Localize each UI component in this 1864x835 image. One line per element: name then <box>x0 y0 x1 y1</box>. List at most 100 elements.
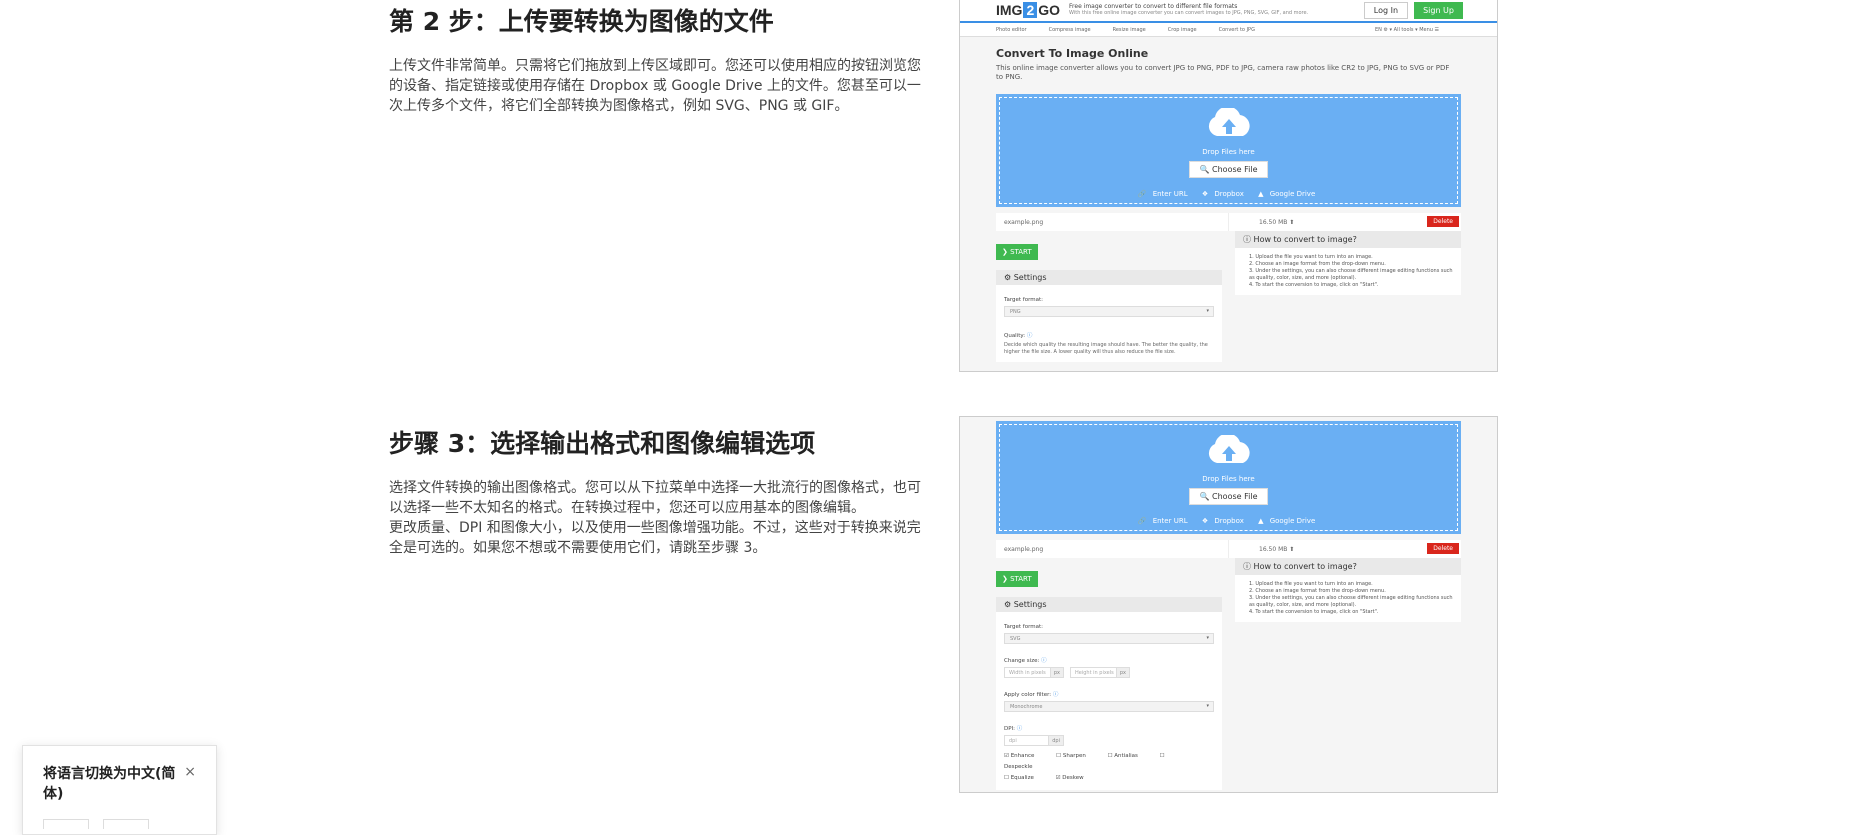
target-format-select: PNG <box>1004 306 1214 317</box>
height-input: Height in pixels px <box>1070 667 1130 678</box>
choose-file-label: Choose File <box>1212 165 1258 174</box>
choose-file-button: 🔍 Choose File <box>1188 488 1269 505</box>
choose-file-button: 🔍 Choose File <box>1188 161 1269 178</box>
info-icon: ⓘ <box>1041 658 1047 664</box>
converter-title: Convert To Image Online <box>996 47 1149 60</box>
file-size: 16.50 MB ⬆ <box>1228 540 1294 558</box>
dpi-input: dpi dpi <box>1004 735 1064 746</box>
cloud-upload-icon <box>1208 435 1250 463</box>
info-icon: ⓘ <box>1026 333 1033 339</box>
how-step: 4. To start the conversion to image, cli… <box>1249 609 1379 615</box>
color-filter-select: Monochrome <box>1004 701 1214 712</box>
how-step: 3. Under the settings, you can also choo… <box>1249 268 1453 281</box>
logo-text-b: 2 <box>1023 2 1038 18</box>
checkbox-label: Sharpen <box>1062 753 1086 759</box>
step-2-title: 第 2 步：上传要转换为图像的文件 <box>389 7 774 36</box>
site-header: IMG 2 GO Free image converter to convert t… <box>960 0 1497 23</box>
dpi-placeholder: dpi <box>1009 738 1017 744</box>
px-unit: px <box>1115 668 1129 677</box>
file-size: 16.50 MB ⬆ <box>1228 213 1294 231</box>
language-switch-message[interactable]: 将语言切换为中文(简体) <box>43 764 183 804</box>
enter-url-label: Enter URL <box>1152 190 1188 198</box>
step-2-paragraph: 上传文件非常简单。只需将它们拖放到上传区域即可。您还可以使用相应的按钮浏览您的设… <box>389 58 921 114</box>
site-subnav: Photo editor Compress image Resize image… <box>960 23 1497 37</box>
width-placeholder: Width in pixels <box>1009 670 1046 676</box>
enter-url-link: 🔗 Enter URL <box>1137 190 1188 198</box>
checkbox-label: Equalize <box>1010 775 1034 781</box>
file-row: example.png 16.50 MB ⬆ Delete <box>996 213 1461 231</box>
checkbox-label: Enhance <box>1010 753 1035 759</box>
checkbox-label: Despeckle <box>1004 764 1033 770</box>
how-to-title: How to convert to image? <box>1253 562 1357 571</box>
nav-resize-image: Resize image <box>1112 26 1146 33</box>
logo-text-a: IMG <box>996 2 1023 18</box>
checkbox-antialias: ☐ Antialias <box>1107 753 1138 759</box>
nav-crop-image: Crop image <box>1167 26 1197 33</box>
toast-button-partial[interactable] <box>103 819 149 829</box>
step-2-section: 第 2 步：上传要转换为图像的文件 上传文件非常简单。只需将它们拖放到上传区域即… <box>389 6 929 116</box>
height-placeholder: Height in pixels <box>1075 670 1114 676</box>
quality-label-text: Quality: <box>1004 333 1026 339</box>
delete-button: Delete <box>1427 216 1459 227</box>
google-drive-link: ▲ Google Drive <box>1258 517 1316 525</box>
nav-photo-editor: Photo editor <box>996 26 1027 33</box>
start-label: START <box>1010 248 1032 256</box>
start-button: ❯ START <box>996 571 1038 587</box>
close-icon[interactable]: × <box>184 764 196 780</box>
drop-files-text: Drop Files here <box>1202 475 1255 483</box>
checkbox-label: Deskew <box>1062 775 1084 781</box>
converter-description: This online image converter allows you t… <box>996 64 1450 81</box>
file-size-value: 16.50 MB <box>1259 218 1288 226</box>
file-name: example.png <box>1004 545 1044 553</box>
how-step: 2. Choose an image format from the drop-… <box>1249 588 1386 594</box>
how-step: 1. Upload the file you want to turn into… <box>1249 254 1373 260</box>
settings-label: Settings <box>1013 273 1047 282</box>
site-tagline: Free image converter to convert to diffe… <box>1069 3 1308 17</box>
drop-zone: Drop Files here 🔍 Choose File 🔗 Enter UR… <box>996 421 1461 534</box>
logo-text-c: GO <box>1038 2 1061 18</box>
dropbox-label: Dropbox <box>1214 190 1244 198</box>
dpi-label: DPI: ⓘ <box>1004 724 1214 732</box>
enhance-checkboxes: ☑ Enhance ☐ Sharpen ☐ Antialias ☐ Despec… <box>1004 751 1214 784</box>
file-row: example.png 16.50 MB ⬆ Delete <box>996 540 1461 558</box>
how-step: 4. To start the conversion to image, cli… <box>1249 282 1379 288</box>
enter-url-link: 🔗 Enter URL <box>1137 517 1188 525</box>
how-to-panel: ⓘ How to convert to image? 1. Upload the… <box>1235 558 1461 622</box>
drop-files-text: Drop Files here <box>1202 148 1255 156</box>
px-unit: px <box>1049 668 1063 677</box>
dropbox-link: ❖ Dropbox <box>1201 517 1244 525</box>
settings-panel: ⚙ Settings Target format: SVG Change siz… <box>996 597 1222 790</box>
upload-screenshot: IMG 2 GO Free image converter to convert t… <box>959 0 1498 372</box>
file-name: example.png <box>1004 218 1044 226</box>
checkbox-deskew: ☑ Deskew <box>1055 775 1084 781</box>
choose-file-label: Choose File <box>1212 492 1258 501</box>
change-size-label: Change size: ⓘ <box>1004 656 1214 664</box>
how-step: 2. Choose an image format from the drop-… <box>1249 261 1386 267</box>
tagline-text: Free image converter to convert to diffe… <box>1069 3 1238 10</box>
delete-button: Delete <box>1427 543 1459 554</box>
step-3-paragraph-2: 更改质量、DPI 和图像大小，以及使用一些图像增强功能。不过，这些对于转换来说完… <box>389 520 921 556</box>
step-3-paragraph-1: 选择文件转换的输出图像格式。您可以从下拉菜单中选择一大批流行的图像格式，也可以选… <box>389 480 921 516</box>
enter-url-label: Enter URL <box>1152 517 1188 525</box>
dpi-unit: dpi <box>1048 736 1063 745</box>
settings-label: Settings <box>1013 600 1047 609</box>
upload-sources: 🔗 Enter URL ❖ Dropbox ▲ Google Drive <box>1000 517 1457 525</box>
color-filter-label-text: Apply color filter: <box>1004 692 1052 698</box>
target-format-label: Target format: <box>1004 297 1043 303</box>
start-button: ❯ START <box>996 244 1038 260</box>
start-label: START <box>1010 575 1032 583</box>
signup-button: Sign Up <box>1414 2 1463 19</box>
tagline-small-text: With this free online image converter yo… <box>1069 10 1309 16</box>
nav-compress-image: Compress image <box>1048 26 1091 33</box>
target-format-select: SVG <box>1004 633 1214 644</box>
google-drive-label: Google Drive <box>1269 517 1316 525</box>
how-to-panel: ⓘ How to convert to image? 1. Upload the… <box>1235 231 1461 295</box>
auth-buttons: Log In Sign Up <box>1363 2 1463 19</box>
info-icon: ⓘ <box>1052 692 1059 698</box>
checkbox-label: Antialias <box>1114 753 1138 759</box>
settings-header: ⚙ Settings <box>996 270 1222 285</box>
toast-button-partial[interactable] <box>43 819 89 829</box>
login-button: Log In <box>1363 2 1409 19</box>
dropbox-link: ❖ Dropbox <box>1201 190 1244 198</box>
google-drive-link: ▲ Google Drive <box>1258 190 1316 198</box>
